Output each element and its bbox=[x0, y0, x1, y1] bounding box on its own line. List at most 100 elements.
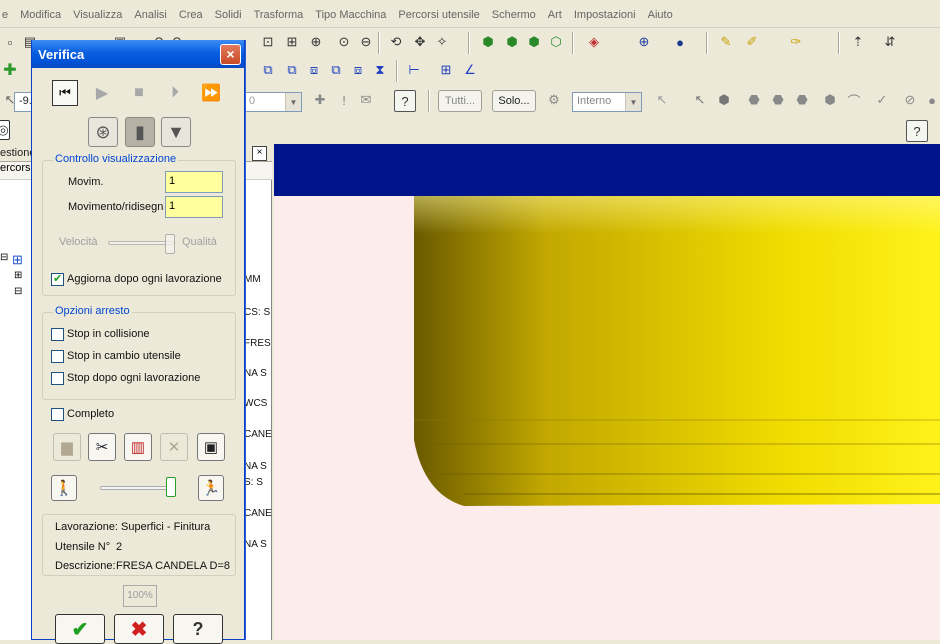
solid-select-icon[interactable]: ⬢ bbox=[714, 90, 734, 110]
toolpath-icon-3[interactable]: ⧈ bbox=[304, 60, 324, 80]
slow-walk-icon[interactable]: 🚶 bbox=[51, 475, 77, 501]
zoom-window-icon[interactable]: ⊡ bbox=[258, 32, 278, 52]
menu-item[interactable]: Modifica bbox=[14, 9, 67, 21]
check-mark-icon[interactable]: ✓ bbox=[872, 90, 892, 110]
new-file-icon[interactable]: ▫ bbox=[0, 32, 20, 52]
holder-mode-icon[interactable]: ▼ bbox=[161, 117, 191, 147]
cut-section-icon[interactable]: ✂ bbox=[88, 433, 116, 461]
dimension-icon[interactable]: ⊢ bbox=[404, 60, 424, 80]
toolpath-icon-4[interactable]: ⧉ bbox=[326, 60, 346, 80]
stop-icon[interactable]: ■ bbox=[126, 80, 152, 106]
menu-item[interactable]: Tipo Macchina bbox=[309, 9, 392, 21]
shaded-cube-icon[interactable]: ◈ bbox=[584, 32, 604, 52]
target-icon[interactable]: ◎ bbox=[0, 120, 10, 140]
tree-expand-icon-3[interactable]: ⊟ bbox=[14, 286, 22, 297]
operation-row[interactable]: MM bbox=[244, 274, 261, 285]
toolpath-icon-6[interactable]: ⧗ bbox=[370, 60, 390, 80]
grid-icon[interactable]: ⊞ bbox=[436, 60, 456, 80]
value-combo[interactable]: 0 ▼ bbox=[244, 92, 302, 112]
speed-quality-slider[interactable] bbox=[165, 234, 175, 254]
fillet-icon[interactable]: ⌒ bbox=[844, 90, 864, 110]
sphere-render-icon[interactable]: ● bbox=[670, 32, 690, 52]
solo-button[interactable]: Solo... bbox=[492, 90, 536, 112]
complete-checkbox[interactable] bbox=[51, 408, 64, 421]
operation-row[interactable]: WCS bbox=[244, 398, 267, 409]
zoom-in-icon[interactable]: ⊕ bbox=[306, 32, 326, 52]
tree-expand-icon[interactable]: ⊟ bbox=[0, 252, 12, 266]
operation-row[interactable]: NA S bbox=[244, 539, 267, 550]
menu-item[interactable]: e bbox=[0, 9, 14, 21]
step-forward-icon[interactable]: ⏵ bbox=[162, 80, 188, 106]
pan-view-icon[interactable]: ✥ bbox=[410, 32, 430, 52]
zoom-out-icon[interactable]: ⊖ bbox=[356, 32, 376, 52]
envelope-icon[interactable]: ✉ bbox=[356, 90, 376, 110]
tree-expand-icon-2[interactable]: ⊞ bbox=[14, 270, 22, 281]
solid-icon-3[interactable]: ⬣ bbox=[792, 90, 812, 110]
operation-row[interactable]: S: S bbox=[244, 477, 263, 488]
histogram-icon[interactable]: ▥ bbox=[124, 433, 152, 461]
menu-item[interactable]: Analisi bbox=[128, 9, 172, 21]
run-speed-slider[interactable] bbox=[166, 477, 176, 497]
tutti-button[interactable]: Tutti... bbox=[438, 90, 482, 112]
tool-mode-icon[interactable]: ⊛ bbox=[88, 117, 118, 147]
operation-row[interactable]: CS: S bbox=[244, 307, 270, 318]
add-icon[interactable]: ✚ bbox=[0, 60, 20, 80]
zoom-previous-icon[interactable]: ⊙ bbox=[334, 32, 354, 52]
operation-row[interactable]: NA S bbox=[244, 461, 267, 472]
menu-item[interactable]: Crea bbox=[173, 9, 209, 21]
menu-item[interactable]: Schermo bbox=[486, 9, 542, 21]
solid-icon-1[interactable]: ⬣ bbox=[744, 90, 764, 110]
menu-item[interactable]: Percorsi utensile bbox=[392, 9, 485, 21]
stop-each-op-checkbox[interactable] bbox=[51, 372, 64, 385]
solid-icon-2[interactable]: ⬣ bbox=[768, 90, 788, 110]
folder-icon[interactable]: ▆ bbox=[53, 433, 81, 461]
interno-combo[interactable]: Interno ▼ bbox=[572, 92, 642, 112]
menu-item[interactable]: Art bbox=[542, 9, 568, 21]
update-after-op-checkbox[interactable] bbox=[51, 272, 64, 286]
save-disk-icon[interactable]: ▣ bbox=[197, 433, 225, 461]
help-icon-right[interactable]: ? bbox=[906, 120, 928, 142]
stop-collision-checkbox[interactable] bbox=[51, 328, 64, 341]
pointer-icon[interactable]: ↖ bbox=[690, 90, 710, 110]
toolpath-icon-1[interactable]: ⧉ bbox=[258, 60, 278, 80]
fast-run-icon[interactable]: 🏃 bbox=[198, 475, 224, 501]
menu-item[interactable]: Aiuto bbox=[642, 9, 679, 21]
menu-item[interactable]: Visualizza bbox=[67, 9, 128, 21]
angle-icon[interactable]: ∠ bbox=[460, 60, 480, 80]
sketch-tools-icon[interactable]: ✐ bbox=[742, 32, 762, 52]
measure-icon[interactable]: ✑ bbox=[786, 32, 806, 52]
cube-view-iso-icon[interactable]: ⬡ bbox=[546, 32, 566, 52]
select-arrow-icon[interactable]: ↖ bbox=[652, 90, 672, 110]
dynamic-view-icon[interactable]: ✧ bbox=[432, 32, 452, 52]
movim-input[interactable]: 1 bbox=[165, 171, 223, 193]
globe-view-icon[interactable]: ⊕ bbox=[634, 32, 654, 52]
toolpath-icon-2[interactable]: ⧉ bbox=[282, 60, 302, 80]
zoom-extents-icon[interactable]: ⊞ bbox=[282, 32, 302, 52]
operation-row[interactable]: NA S bbox=[244, 368, 267, 379]
fast-forward-icon[interactable]: ⏩ bbox=[198, 80, 224, 106]
operation-row[interactable]: CANE bbox=[244, 429, 272, 440]
operation-row[interactable]: CANE bbox=[244, 508, 272, 519]
pencil-icon[interactable]: ✎ bbox=[716, 32, 736, 52]
move-up-icon[interactable]: ⇡ bbox=[848, 32, 868, 52]
rotate-view-icon[interactable]: ⟲ bbox=[386, 32, 406, 52]
stop-tool-change-checkbox[interactable] bbox=[51, 350, 64, 363]
collision-icon[interactable]: ✕ bbox=[160, 433, 188, 461]
cube-view-front-icon[interactable]: ⬢ bbox=[502, 32, 522, 52]
align-icon[interactable]: ⇵ bbox=[880, 32, 900, 52]
graphics-viewport[interactable] bbox=[274, 144, 940, 640]
snap-icon[interactable]: ✚ bbox=[310, 90, 330, 110]
toolpath-icon-5[interactable]: ⧈ bbox=[348, 60, 368, 80]
no-entry-icon[interactable]: ⊘ bbox=[900, 90, 920, 110]
tool-settings-icon[interactable]: ⚙ bbox=[544, 90, 564, 110]
operation-row[interactable]: FRES bbox=[244, 338, 271, 349]
play-icon[interactable]: ▶ bbox=[89, 80, 115, 106]
menu-item[interactable]: Trasforma bbox=[248, 9, 310, 21]
warning-icon[interactable]: ! bbox=[334, 90, 354, 110]
dialog-close-button[interactable]: × bbox=[220, 44, 241, 65]
panel-close-button[interactable]: × bbox=[252, 146, 267, 161]
solid-icon-4[interactable]: ⬢ bbox=[820, 90, 840, 110]
circle-icon[interactable]: ● bbox=[922, 90, 940, 110]
redraw-input[interactable]: 1 bbox=[165, 196, 223, 218]
rewind-to-start-icon[interactable]: ⏮ bbox=[52, 80, 78, 106]
